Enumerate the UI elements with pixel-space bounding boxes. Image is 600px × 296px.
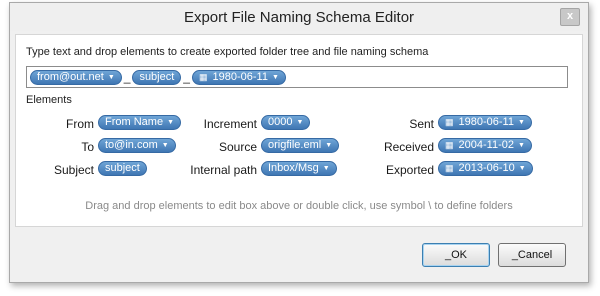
chevron-down-icon: ▼ [271, 73, 279, 81]
calendar-icon: ▦ [445, 163, 454, 173]
subject-label: Subject [53, 163, 94, 177]
source-element[interactable]: origfile.eml ▼ [261, 138, 340, 153]
increment-label: Increment [203, 117, 257, 131]
schema-token-date[interactable]: ▦ 1980-06-11 ▼ [191, 69, 286, 85]
chevron-down-icon: ▼ [296, 119, 304, 126]
calendar-icon: ▦ [198, 71, 208, 82]
from-label: From [66, 117, 94, 131]
export-naming-dialog: Export File Naming Schema Editor x Type … [9, 2, 589, 283]
schema-separator: _ [183, 70, 190, 84]
chevron-down-icon: ▼ [517, 119, 525, 126]
received-label: Received [383, 140, 434, 154]
received-element[interactable]: ▦ 2004-11-02 ▼ [438, 138, 532, 153]
schema-input[interactable]: from@out.net ▼ _ subject _ ▦ 1980-06-11 … [26, 66, 568, 88]
editor-panel: Type text and drop elements to create ex… [15, 34, 583, 227]
exported-element[interactable]: ▦ 2013-06-10 ▼ [438, 161, 533, 176]
cancel-button[interactable]: _Cancel [498, 243, 566, 267]
chevron-down-icon: ▼ [322, 165, 330, 172]
title-bar: Export File Naming Schema Editor x [10, 3, 588, 31]
close-button[interactable]: x [560, 8, 580, 26]
exported-label: Exported [385, 163, 434, 177]
schema-token-from[interactable]: from@out.net ▼ [30, 69, 122, 85]
from-element[interactable]: From Name ▼ [98, 115, 181, 130]
ok-button[interactable]: _OK [422, 243, 490, 267]
chevron-down-icon: ▼ [161, 142, 169, 149]
drag-drop-hint: Drag and drop elements to edit box above… [85, 200, 513, 212]
source-label: Source [218, 140, 257, 154]
chevron-down-icon: ▼ [167, 119, 174, 126]
subject-element[interactable]: subject [98, 161, 147, 176]
schema-separator: _ [123, 70, 131, 84]
dialog-title: Export File Naming Schema Editor [183, 9, 415, 26]
calendar-icon: ▦ [445, 117, 454, 127]
schema-token-subject[interactable]: subject [132, 69, 182, 85]
internal-path-label: Internal path [190, 163, 257, 177]
chevron-down-icon: ▼ [107, 73, 115, 81]
chevron-down-icon: ▼ [517, 142, 525, 149]
instruction-text: Type text and drop elements to create ex… [26, 46, 429, 58]
chevron-down-icon: ▼ [325, 142, 333, 149]
sent-element[interactable]: ▦ 1980-06-11 ▼ [438, 115, 532, 130]
internal-path-element[interactable]: Inbox/Msg ▼ [261, 161, 337, 176]
chevron-down-icon: ▼ [518, 165, 526, 172]
sent-label: Sent [409, 117, 434, 131]
calendar-icon: ▦ [445, 140, 454, 150]
to-element[interactable]: to@in.com ▼ [98, 138, 176, 153]
elements-heading: Elements [26, 94, 72, 106]
to-label: To [81, 140, 94, 154]
increment-element[interactable]: 0000 ▼ [261, 115, 311, 130]
